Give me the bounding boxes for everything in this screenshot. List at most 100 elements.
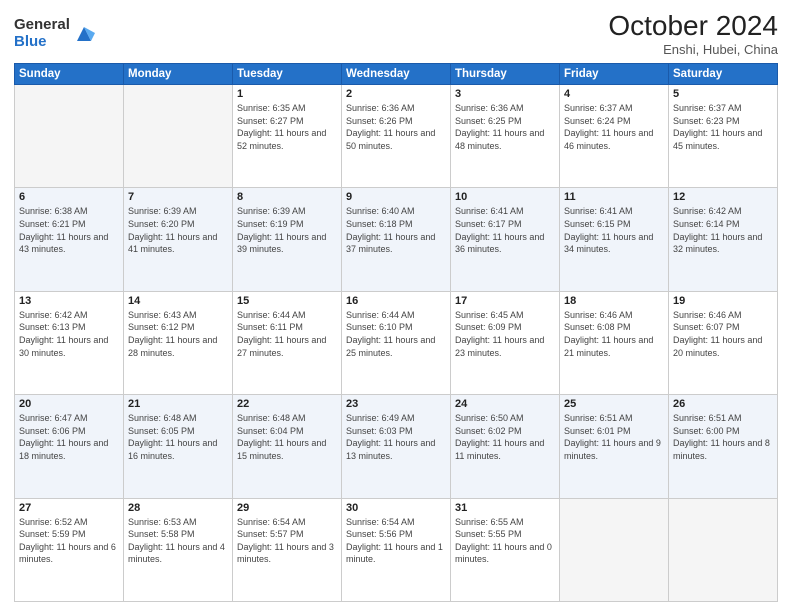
day-number: 29 — [237, 502, 337, 514]
calendar-cell: 22Sunrise: 6:48 AM Sunset: 6:04 PM Dayli… — [233, 395, 342, 498]
day-info: Sunrise: 6:37 AM Sunset: 6:23 PM Dayligh… — [673, 102, 773, 152]
calendar-cell: 23 Sunrise: 6:49 AM Sunset: 6:03 PM Dayli… — [342, 395, 451, 498]
calendar-cell: 27Sunrise: 6:52 AM Sunset: 5:59 PM Dayli… — [15, 498, 124, 601]
weekday-header-sunday: Sunday — [15, 64, 124, 85]
calendar-cell: 7Sunrise: 6:39 AM Sunset: 6:20 PM Daylig… — [124, 188, 233, 291]
day-number: 9 — [346, 191, 446, 203]
day-number: 27 — [19, 502, 119, 514]
calendar-cell: 6 Sunrise: 6:38 AM Sunset: 6:21 PM Daylig… — [15, 188, 124, 291]
calendar-cell: 3 Sunrise: 6:36 AM Sunset: 6:25 PM Daylig… — [451, 85, 560, 188]
day-number: 14 — [128, 295, 228, 307]
calendar-cell: 20 Sunrise: 6:47 AM Sunset: 6:06 PM Dayli… — [15, 395, 124, 498]
calendar-cell: 1Sunrise: 6:35 AM Sunset: 6:27 PM Daylig… — [233, 85, 342, 188]
calendar-cell: 30 Sunrise: 6:54 AM Sunset: 5:56 PM Dayli… — [342, 498, 451, 601]
day-number: 15 — [237, 295, 337, 307]
day-info: Sunrise: 6:55 AM Sunset: 5:55 PM Dayligh… — [455, 516, 555, 566]
day-info: Sunrise: 6:50 AM Sunset: 6:02 PM Dayligh… — [455, 412, 555, 462]
calendar-cell: 4 Sunrise: 6:37 AM Sunset: 6:24 PM Daylig… — [560, 85, 669, 188]
day-info: Sunrise: 6:43 AM Sunset: 6:12 PM Dayligh… — [128, 309, 228, 359]
day-info: Sunrise: 6:45 AM Sunset: 6:09 PM Dayligh… — [455, 309, 555, 359]
day-number: 31 — [455, 502, 555, 514]
day-info: Sunrise: 6:54 AM Sunset: 5:56 PM Dayligh… — [346, 516, 446, 566]
day-number: 11 — [564, 191, 664, 203]
weekday-header-tuesday: Tuesday — [233, 64, 342, 85]
calendar-cell — [124, 85, 233, 188]
day-info: Sunrise: 6:44 AM Sunset: 6:11 PM Dayligh… — [237, 309, 337, 359]
week-row-2: 6 Sunrise: 6:38 AM Sunset: 6:21 PM Daylig… — [15, 188, 778, 291]
logo-blue: Blue — [14, 34, 70, 51]
day-info: Sunrise: 6:37 AM Sunset: 6:24 PM Dayligh… — [564, 102, 664, 152]
weekday-header-monday: Monday — [124, 64, 233, 85]
day-number: 5 — [673, 88, 773, 100]
calendar-cell: 10Sunrise: 6:41 AM Sunset: 6:17 PM Dayli… — [451, 188, 560, 291]
weekday-header-row: SundayMondayTuesdayWednesdayThursdayFrid… — [15, 64, 778, 85]
day-number: 3 — [455, 88, 555, 100]
day-info: Sunrise: 6:40 AM Sunset: 6:18 PM Dayligh… — [346, 205, 446, 255]
day-number: 26 — [673, 398, 773, 410]
day-info: Sunrise: 6:41 AM Sunset: 6:15 PM Dayligh… — [564, 205, 664, 255]
day-number: 2 — [346, 88, 446, 100]
calendar: SundayMondayTuesdayWednesdayThursdayFrid… — [14, 63, 778, 602]
calendar-cell: 21 Sunrise: 6:48 AM Sunset: 6:05 PM Dayli… — [124, 395, 233, 498]
day-number: 25 — [564, 398, 664, 410]
week-row-5: 27Sunrise: 6:52 AM Sunset: 5:59 PM Dayli… — [15, 498, 778, 601]
day-number: 23 — [346, 398, 446, 410]
logo-icon — [73, 23, 95, 45]
day-number: 4 — [564, 88, 664, 100]
title-location: Enshi, Hubei, China — [608, 42, 778, 57]
calendar-cell — [669, 498, 778, 601]
day-number: 21 — [128, 398, 228, 410]
day-info: Sunrise: 6:53 AM Sunset: 5:58 PM Dayligh… — [128, 516, 228, 566]
calendar-cell: 19 Sunrise: 6:46 AM Sunset: 6:07 PM Dayli… — [669, 291, 778, 394]
calendar-cell: 13Sunrise: 6:42 AM Sunset: 6:13 PM Dayli… — [15, 291, 124, 394]
day-info: Sunrise: 6:46 AM Sunset: 6:07 PM Dayligh… — [673, 309, 773, 359]
week-row-4: 20 Sunrise: 6:47 AM Sunset: 6:06 PM Dayli… — [15, 395, 778, 498]
week-row-1: 1Sunrise: 6:35 AM Sunset: 6:27 PM Daylig… — [15, 85, 778, 188]
day-info: Sunrise: 6:49 AM Sunset: 6:03 PM Dayligh… — [346, 412, 446, 462]
day-number: 10 — [455, 191, 555, 203]
weekday-header-saturday: Saturday — [669, 64, 778, 85]
calendar-cell: 9 Sunrise: 6:40 AM Sunset: 6:18 PM Daylig… — [342, 188, 451, 291]
weekday-header-wednesday: Wednesday — [342, 64, 451, 85]
day-number: 28 — [128, 502, 228, 514]
day-info: Sunrise: 6:42 AM Sunset: 6:13 PM Dayligh… — [19, 309, 119, 359]
day-number: 12 — [673, 191, 773, 203]
day-number: 18 — [564, 295, 664, 307]
calendar-cell: 15 Sunrise: 6:44 AM Sunset: 6:11 PM Dayli… — [233, 291, 342, 394]
week-row-3: 13Sunrise: 6:42 AM Sunset: 6:13 PM Dayli… — [15, 291, 778, 394]
day-number: 16 — [346, 295, 446, 307]
day-info: Sunrise: 6:54 AM Sunset: 5:57 PM Dayligh… — [237, 516, 337, 566]
day-info: Sunrise: 6:36 AM Sunset: 6:26 PM Dayligh… — [346, 102, 446, 152]
logo-text: General Blue — [14, 17, 70, 50]
calendar-cell: 16Sunrise: 6:44 AM Sunset: 6:10 PM Dayli… — [342, 291, 451, 394]
day-number: 30 — [346, 502, 446, 514]
day-info: Sunrise: 6:36 AM Sunset: 6:25 PM Dayligh… — [455, 102, 555, 152]
calendar-cell: 24 Sunrise: 6:50 AM Sunset: 6:02 PM Dayli… — [451, 395, 560, 498]
weekday-header-thursday: Thursday — [451, 64, 560, 85]
calendar-cell: 29 Sunrise: 6:54 AM Sunset: 5:57 PM Dayli… — [233, 498, 342, 601]
weekday-header-friday: Friday — [560, 64, 669, 85]
calendar-cell: 25 Sunrise: 6:51 AM Sunset: 6:01 PM Dayli… — [560, 395, 669, 498]
calendar-cell — [560, 498, 669, 601]
day-number: 20 — [19, 398, 119, 410]
calendar-cell: 28 Sunrise: 6:53 AM Sunset: 5:58 PM Dayli… — [124, 498, 233, 601]
day-number: 6 — [19, 191, 119, 203]
calendar-cell: 26 Sunrise: 6:51 AM Sunset: 6:00 PM Dayli… — [669, 395, 778, 498]
day-info: Sunrise: 6:38 AM Sunset: 6:21 PM Dayligh… — [19, 205, 119, 255]
day-info: Sunrise: 6:51 AM Sunset: 6:00 PM Dayligh… — [673, 412, 773, 462]
day-info: Sunrise: 6:35 AM Sunset: 6:27 PM Dayligh… — [237, 102, 337, 152]
day-info: Sunrise: 6:48 AM Sunset: 6:05 PM Dayligh… — [128, 412, 228, 462]
calendar-cell: 2 Sunrise: 6:36 AM Sunset: 6:26 PM Daylig… — [342, 85, 451, 188]
day-number: 24 — [455, 398, 555, 410]
day-info: Sunrise: 6:47 AM Sunset: 6:06 PM Dayligh… — [19, 412, 119, 462]
calendar-cell: 11 Sunrise: 6:41 AM Sunset: 6:15 PM Dayli… — [560, 188, 669, 291]
calendar-cell: 12 Sunrise: 6:42 AM Sunset: 6:14 PM Dayli… — [669, 188, 778, 291]
day-number: 17 — [455, 295, 555, 307]
day-info: Sunrise: 6:39 AM Sunset: 6:19 PM Dayligh… — [237, 205, 337, 255]
day-info: Sunrise: 6:42 AM Sunset: 6:14 PM Dayligh… — [673, 205, 773, 255]
day-info: Sunrise: 6:51 AM Sunset: 6:01 PM Dayligh… — [564, 412, 664, 462]
day-number: 22 — [237, 398, 337, 410]
day-number: 8 — [237, 191, 337, 203]
title-month: October 2024 — [608, 10, 778, 42]
day-number: 19 — [673, 295, 773, 307]
